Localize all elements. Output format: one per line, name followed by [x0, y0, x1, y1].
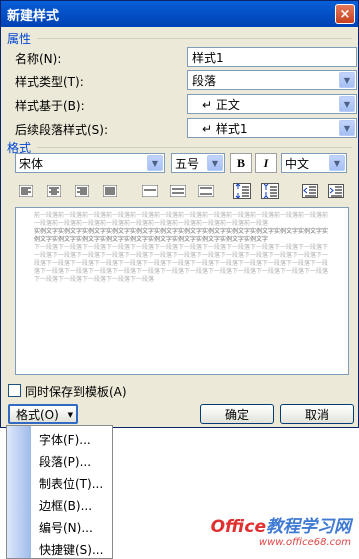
bold-button[interactable]: B — [230, 153, 252, 173]
script-select[interactable]: 中文 ▼ — [281, 153, 347, 173]
close-icon: × — [339, 6, 351, 22]
style-preview: 前一段落前一段落前一段落前一段落前一段落前一段落前一段落前一段落前一段落前一段落… — [15, 207, 349, 375]
decrease-indent-button[interactable] — [299, 181, 321, 201]
menu-icon-strip — [7, 426, 31, 558]
menu-item-paragraph[interactable]: 段落(P)... — [39, 453, 91, 470]
add-to-template-checkbox[interactable] — [8, 384, 21, 397]
italic-icon: I — [263, 155, 269, 170]
chevron-down-icon[interactable]: ▼ — [207, 155, 223, 171]
based-on-value: ↵ 正文 — [202, 97, 240, 112]
font-select[interactable]: 宋体 ▼ — [15, 153, 165, 173]
space-before-decrease-button[interactable] — [259, 181, 281, 201]
title-bar: 新建样式 × — [1, 1, 358, 27]
menu-item-shortcut-key[interactable]: 快捷键(S)... — [39, 541, 103, 558]
watermark-title: Office教程学习网 — [211, 512, 351, 537]
properties-divider — [37, 38, 352, 39]
format-button-label: 格式(O) — [16, 407, 59, 422]
next-style-value: ↵ 样式1 — [202, 121, 248, 136]
single-spacing-button[interactable] — [139, 181, 161, 201]
ok-label: 确定 — [224, 407, 249, 422]
menu-item-font[interactable]: 字体(F)... — [39, 431, 91, 448]
chevron-down-icon[interactable]: ▼ — [329, 155, 345, 171]
style-type-value: 段落 — [192, 73, 217, 88]
format-divider — [37, 147, 352, 148]
double-spacing-button[interactable] — [195, 181, 217, 201]
space-before-increase-button[interactable] — [231, 181, 253, 201]
watermark-brand: Office — [210, 517, 266, 537]
site-watermark: Office教程学习网 www.office68.com — [211, 512, 351, 548]
next-style-label: 后续段落样式(S): — [15, 123, 109, 137]
indent-icon — [328, 184, 344, 198]
align-center-icon — [47, 185, 61, 197]
italic-button[interactable]: I — [255, 153, 277, 173]
size-value: 五号 — [175, 156, 200, 171]
paragraph-spacing-decrease-icon — [261, 183, 279, 199]
chevron-down-icon: ▼ — [67, 411, 73, 419]
watermark-url: www.office68.com — [258, 537, 351, 548]
chevron-down-icon[interactable]: ▼ — [339, 120, 355, 136]
align-left-button[interactable] — [15, 181, 37, 201]
chevron-down-icon[interactable]: ▼ — [339, 96, 355, 112]
preview-next-paragraph: 下一段落下一段落下一段落下一段落下一段落下一段落下一段落下一段落下一段落下一段落… — [34, 244, 329, 283]
line-spacing-onehalf-icon — [170, 185, 186, 197]
bold-icon: B — [236, 155, 245, 170]
properties-section-title: 属性 — [7, 30, 36, 47]
preview-sample-paragraph: 实例文字实例文字实例文字实例文字实例文字实例文字实例文字实例文字实例文字实例文字… — [34, 228, 329, 243]
ok-button[interactable]: 确定 — [200, 404, 274, 424]
cancel-label: 取消 — [304, 407, 329, 422]
preview-previous-paragraph: 前一段落前一段落前一段落前一段落前一段落前一段落前一段落前一段落前一段落前一段落… — [34, 212, 329, 227]
chevron-down-icon[interactable]: ▼ — [339, 72, 355, 88]
based-on-select[interactable]: ↵ 正文 ▼ — [187, 94, 357, 114]
justify-icon — [103, 185, 117, 197]
align-right-button[interactable] — [71, 181, 93, 201]
script-value: 中文 — [285, 156, 310, 171]
increase-indent-button[interactable] — [325, 181, 347, 201]
name-value: 样式1 — [192, 50, 224, 65]
based-on-label: 样式基于(B): — [15, 99, 85, 113]
menu-item-borders[interactable]: 边框(B)... — [39, 497, 92, 514]
cancel-button[interactable]: 取消 — [280, 404, 354, 424]
format-dropdown-menu: 字体(F)... 段落(P)... 制表位(T)... 边框(B)... 编号(… — [6, 425, 113, 559]
next-style-select[interactable]: ↵ 样式1 ▼ — [187, 118, 357, 138]
style-type-label: 样式类型(T): — [15, 75, 84, 89]
add-to-template-label[interactable]: 同时保存到模板(A) — [25, 383, 127, 400]
outdent-icon — [302, 184, 318, 198]
watermark-site-name: 教程学习网 — [266, 517, 351, 537]
line-spacing-single-icon — [142, 185, 158, 197]
menu-item-numbering[interactable]: 编号(N)... — [39, 519, 93, 536]
align-center-button[interactable] — [43, 181, 65, 201]
menu-item-tabs[interactable]: 制表位(T)... — [39, 475, 103, 492]
name-field[interactable]: 样式1 — [187, 47, 357, 67]
close-button[interactable]: × — [335, 4, 355, 24]
line-spacing-double-icon — [198, 185, 214, 197]
style-type-select[interactable]: 段落 ▼ — [187, 70, 357, 90]
size-select[interactable]: 五号 ▼ — [171, 153, 225, 173]
align-right-icon — [75, 185, 89, 197]
chevron-down-icon[interactable]: ▼ — [147, 155, 163, 171]
one-half-spacing-button[interactable] — [167, 181, 189, 201]
dialog-title: 新建样式 — [7, 8, 60, 24]
name-label: 名称(N): — [15, 52, 62, 66]
paragraph-spacing-increase-icon — [233, 183, 251, 199]
new-style-dialog: 新建样式 × 属性 名称(N): 样式1 样式类型(T): 段落 ▼ 样式基于(B… — [0, 0, 359, 428]
font-value: 宋体 — [19, 156, 44, 171]
align-left-icon — [19, 185, 33, 197]
justify-button[interactable] — [99, 181, 121, 201]
format-menu-button[interactable]: 格式(O) ▼ — [8, 404, 78, 424]
